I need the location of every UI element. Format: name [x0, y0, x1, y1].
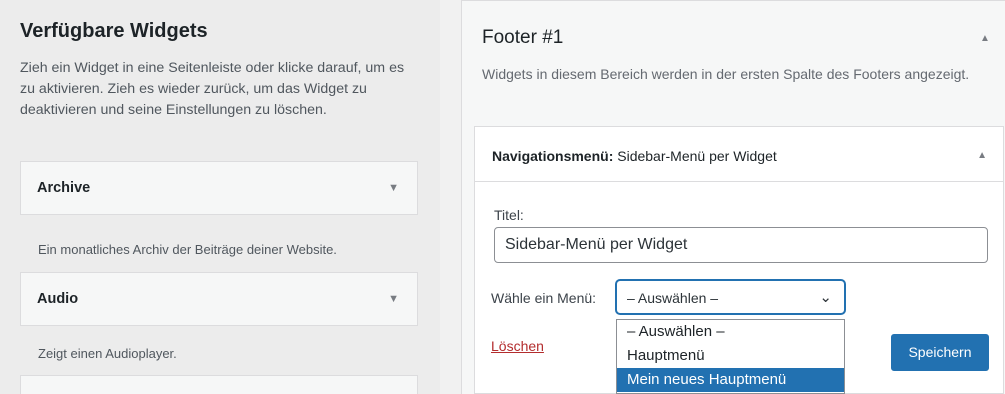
menu-option[interactable]: Hauptmenü: [617, 344, 844, 368]
triangle-up-icon[interactable]: ▲: [977, 150, 987, 161]
menu-option[interactable]: – Auswählen –: [617, 320, 844, 344]
menu-select-label: Wähle ein Menü:: [491, 290, 597, 306]
menu-select[interactable]: – Auswählen – ⌄: [616, 280, 845, 314]
sidebar-description: Widgets in diesem Bereich werden in der …: [482, 66, 970, 82]
menu-dropdown-list: – Auswählen – Hauptmenü Mein neues Haupt…: [616, 319, 845, 394]
widget-next[interactable]: [20, 375, 418, 394]
widget-type-label: Navigationsmenü:: [492, 148, 614, 164]
widget-title: Navigationsmenü: Sidebar-Menü per Widget: [492, 148, 777, 164]
widget-audio-label: Audio: [37, 291, 79, 307]
delete-link[interactable]: Löschen: [491, 338, 544, 354]
widget-audio-description: Zeigt einen Audioplayer.: [38, 346, 177, 361]
widget-header[interactable]: Navigationsmenü: Sidebar-Menü per Widget…: [475, 127, 1003, 182]
triangle-up-icon[interactable]: ▲: [980, 33, 990, 44]
title-field-label: Titel:: [494, 207, 524, 223]
chevron-down-icon: ⌄: [819, 289, 832, 306]
widget-archive[interactable]: Archive ▼: [20, 161, 418, 215]
title-input[interactable]: [494, 227, 988, 263]
save-button[interactable]: Speichern: [891, 334, 989, 371]
available-widgets-description: Zieh ein Widget in eine Seitenleiste ode…: [20, 60, 405, 118]
widget-instance-name: Sidebar-Menü per Widget: [617, 148, 777, 164]
sidebar-title[interactable]: Footer #1: [482, 27, 563, 49]
menu-select-value: – Auswählen –: [627, 290, 719, 306]
widget-audio[interactable]: Audio ▼: [20, 272, 418, 326]
widget-archive-description: Ein monatliches Archiv der Beiträge dein…: [38, 242, 337, 257]
triangle-down-icon[interactable]: ▼: [388, 182, 399, 194]
triangle-down-icon[interactable]: ▼: [388, 293, 399, 305]
widget-archive-label: Archive: [37, 180, 91, 196]
available-widgets-title: Verfügbare Widgets: [20, 20, 208, 42]
menu-option-highlighted[interactable]: Mein neues Hauptmenü: [617, 368, 844, 392]
